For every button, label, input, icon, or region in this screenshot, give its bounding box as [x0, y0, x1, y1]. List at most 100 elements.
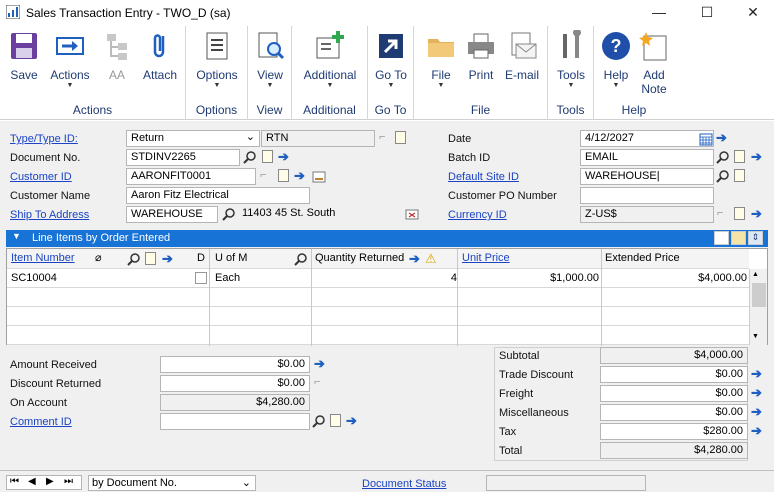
- item-number-header[interactable]: Item Number: [11, 249, 75, 267]
- customer-id-field[interactable]: AARONFIT0001: [126, 168, 256, 185]
- scroll-down-icon[interactable]: ▼: [752, 333, 759, 340]
- lookup-icon[interactable]: [222, 207, 236, 221]
- lookup-icon[interactable]: [127, 252, 141, 266]
- add-note-button[interactable]: Add Note: [636, 30, 672, 96]
- goto-arrow-icon[interactable]: ➔: [409, 252, 423, 266]
- table-row[interactable]: [7, 307, 749, 326]
- lookup-icon[interactable]: [716, 150, 730, 164]
- note-icon[interactable]: [734, 207, 745, 220]
- goto-arrow-icon[interactable]: ➔: [716, 131, 730, 145]
- table-row[interactable]: [7, 326, 749, 345]
- goto-button[interactable]: Go To ▼: [372, 30, 410, 90]
- note-icon[interactable]: [262, 150, 273, 163]
- file-button[interactable]: File ▼: [422, 30, 460, 90]
- type-label[interactable]: Type/Type ID:: [10, 133, 78, 145]
- scroll-thumb[interactable]: [752, 283, 766, 307]
- ship-to-label[interactable]: Ship To Address: [10, 209, 89, 221]
- amount-received-field[interactable]: $0.00: [160, 356, 310, 373]
- collapse-icon[interactable]: ▼: [12, 231, 21, 241]
- goto-arrow-icon[interactable]: ➔: [751, 367, 765, 381]
- table-row[interactable]: [7, 288, 749, 307]
- unit-price-header[interactable]: Unit Price: [462, 249, 510, 267]
- grid-view-icon[interactable]: [714, 231, 729, 245]
- note-icon[interactable]: [145, 252, 156, 265]
- lookup-icon[interactable]: [312, 414, 326, 428]
- lookup-icon[interactable]: [243, 150, 257, 164]
- extended-price-cell[interactable]: $4,000.00: [603, 269, 747, 287]
- warning-icon[interactable]: ⚠: [425, 251, 437, 267]
- type-dropdown[interactable]: Return ⌄: [126, 130, 260, 147]
- customer-name-field[interactable]: Aaron Fitz Electrical: [126, 187, 310, 204]
- goto-arrow-icon[interactable]: ➔: [751, 150, 765, 164]
- goto-arrow-icon[interactable]: ➔: [751, 405, 765, 419]
- email-button[interactable]: E-mail: [500, 30, 544, 82]
- next-record-icon[interactable]: ▶: [46, 476, 54, 487]
- discount-returned-field[interactable]: $0.00: [160, 375, 310, 392]
- note-icon[interactable]: [395, 131, 406, 144]
- uom-cell[interactable]: Each: [215, 269, 240, 287]
- note-icon[interactable]: [734, 169, 745, 182]
- goto-arrow-icon[interactable]: ➔: [751, 207, 765, 221]
- expand-disabled-icon: ⌐: [314, 376, 321, 388]
- note-icon[interactable]: [734, 150, 745, 163]
- item-number-cell[interactable]: SC10004: [11, 269, 57, 287]
- goto-arrow-icon[interactable]: ➔: [278, 150, 292, 164]
- aa-button[interactable]: AA: [100, 30, 134, 82]
- expand-icon[interactable]: ⇕: [748, 231, 763, 245]
- goto-arrow-icon[interactable]: ➔: [346, 414, 360, 428]
- miscellaneous-field[interactable]: $0.00: [600, 404, 748, 421]
- comment-id-label[interactable]: Comment ID: [10, 416, 72, 428]
- currency-field[interactable]: Z-US$: [580, 206, 714, 223]
- default-site-field[interactable]: WAREHOUSE|: [580, 168, 714, 185]
- goto-arrow-icon[interactable]: ➔: [162, 252, 176, 266]
- previous-record-icon[interactable]: ◀: [28, 476, 36, 487]
- maximize-button[interactable]: ☐: [684, 0, 730, 26]
- freight-field[interactable]: $0.00: [600, 385, 748, 402]
- goto-arrow-icon[interactable]: ➔: [314, 357, 328, 371]
- help-button[interactable]: ? Help ▼: [598, 30, 634, 90]
- goto-arrow-icon[interactable]: ➔: [751, 424, 765, 438]
- card-icon[interactable]: [312, 170, 326, 184]
- close-button[interactable]: ✕: [730, 0, 774, 26]
- address-map-icon[interactable]: [405, 207, 419, 221]
- comment-id-field[interactable]: [160, 413, 310, 430]
- sort-order-dropdown[interactable]: by Document No. ⌄: [88, 475, 256, 491]
- note-icon[interactable]: [330, 414, 341, 427]
- goto-arrow-icon[interactable]: ➔: [294, 169, 308, 183]
- tools-button[interactable]: Tools ▼: [552, 28, 590, 90]
- customer-po-field[interactable]: [580, 187, 714, 204]
- additional-button[interactable]: Additional ▼: [298, 30, 362, 90]
- customer-id-label[interactable]: Customer ID: [10, 171, 72, 183]
- table-row[interactable]: SC10004 Each 4 $1,000.00 $4,000.00: [7, 269, 749, 288]
- d-checkbox[interactable]: [195, 272, 207, 284]
- lookup-icon[interactable]: [716, 169, 730, 183]
- save-button[interactable]: Save: [6, 30, 42, 82]
- options-button[interactable]: Options ▼: [192, 30, 242, 90]
- scroll-up-icon[interactable]: ▲: [752, 271, 759, 278]
- document-status-link[interactable]: Document Status: [362, 478, 446, 490]
- currency-label[interactable]: Currency ID: [448, 209, 507, 221]
- first-record-icon[interactable]: ⏮: [10, 476, 19, 487]
- type-id-field[interactable]: RTN: [261, 130, 375, 147]
- note-icon[interactable]: [278, 169, 289, 182]
- date-field[interactable]: 4/12/2027: [580, 130, 714, 147]
- view-button[interactable]: View ▼: [252, 30, 288, 90]
- grid-card-icon[interactable]: [731, 231, 746, 245]
- batch-field[interactable]: EMAIL: [580, 149, 714, 166]
- tax-field[interactable]: $280.00: [600, 423, 748, 440]
- trade-discount-field[interactable]: $0.00: [600, 366, 748, 383]
- unit-price-cell[interactable]: $1,000.00: [459, 269, 599, 287]
- calendar-icon[interactable]: [699, 132, 713, 146]
- qty-cell[interactable]: 4: [313, 269, 457, 287]
- attach-button[interactable]: Attach: [138, 30, 182, 82]
- lookup-icon[interactable]: [294, 252, 308, 266]
- docno-field[interactable]: STDINV2265: [126, 149, 240, 166]
- print-button[interactable]: Print: [462, 30, 500, 82]
- actions-button[interactable]: Actions ▼: [46, 30, 94, 90]
- ship-to-field[interactable]: WAREHOUSE: [126, 206, 218, 223]
- minimize-button[interactable]: —: [636, 0, 682, 26]
- last-record-icon[interactable]: ⏭: [64, 476, 73, 487]
- grid-scrollbar[interactable]: ▲ ▼: [749, 269, 767, 345]
- goto-arrow-icon[interactable]: ➔: [751, 386, 765, 400]
- default-site-label[interactable]: Default Site ID: [448, 171, 519, 183]
